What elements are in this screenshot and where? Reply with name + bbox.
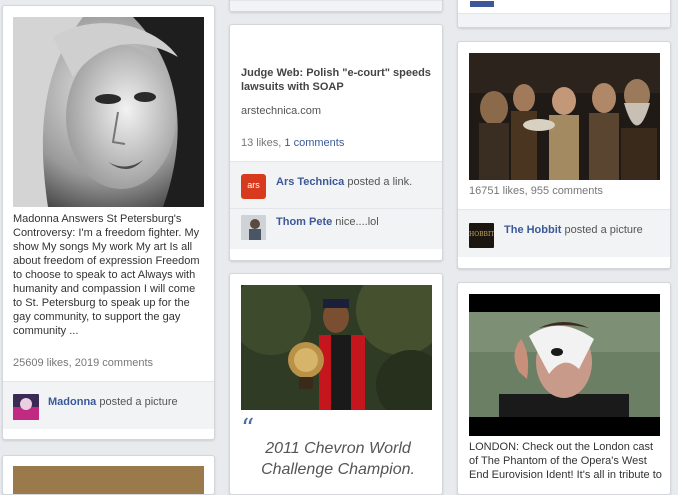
hobbit-author-link[interactable]: The Hobbit	[504, 224, 561, 236]
madonna-avatar-image	[13, 394, 39, 420]
top-card-col2	[229, 0, 443, 12]
madonna-avatar[interactable]	[13, 394, 39, 420]
top-card-col3-footer	[458, 13, 670, 27]
ars-action: posted a link.	[347, 176, 413, 188]
ars-avatar-badge: ars	[247, 180, 260, 190]
ars-avatar[interactable]: ars	[241, 174, 266, 199]
ars-author-link[interactable]: Ars Technica	[276, 176, 344, 188]
madonna-portrait-image	[13, 17, 204, 207]
ars-title[interactable]: Judge Web: Polish "e-court" speeds lawsu…	[241, 66, 431, 94]
madonna-author-link[interactable]: Madonna	[48, 396, 96, 408]
thom-pete-link[interactable]: Thom Pete	[276, 216, 332, 228]
madonna-footer: Madonna posted a picture	[3, 381, 214, 429]
hobbit-image	[469, 53, 660, 180]
madonna-likes[interactable]: 25609 likes	[13, 357, 69, 369]
hobbit-likes[interactable]: 16751 likes	[469, 185, 525, 197]
hobbit-action: posted a picture	[564, 224, 643, 236]
chevron-quote: 2011 Chevron World Challenge Champion.	[261, 440, 415, 478]
top-card-col2-footer	[230, 0, 442, 11]
ars-footer: ars Ars Technica posted a link.	[230, 161, 442, 208]
hobbit-footer: HOBBIT The Hobbit posted a picture	[458, 209, 670, 257]
top-card-col3	[457, 0, 671, 28]
next-post-card-col1	[2, 455, 215, 495]
phantom-image	[469, 294, 660, 436]
ars-comment-row: Thom Pete nice....lol	[230, 208, 442, 249]
next-post-image-col1[interactable]	[13, 466, 204, 494]
madonna-action: posted a picture	[99, 396, 178, 408]
ars-comments[interactable]: 1 comments	[284, 137, 344, 149]
thom-pete-comment: Thom Pete nice....lol	[276, 216, 379, 228]
tiger-woods-image	[241, 285, 432, 410]
madonna-stats: 25609 likes, 2019 comments	[13, 357, 154, 369]
hobbit-avatar-text: HOBBIT	[469, 231, 494, 238]
ars-stats: 13 likes, 1 comments	[241, 137, 345, 149]
thom-pete-avatar-image	[241, 215, 266, 240]
chevron-post-card: “ 2011 Chevron World Challenge Champion.	[229, 273, 443, 495]
phantom-video-thumb[interactable]	[469, 294, 660, 436]
hobbit-post-card: 16751 likes, 955 comments HOBBIT The Hob…	[457, 41, 671, 269]
hobbit-stats: 16751 likes, 955 comments	[469, 185, 603, 197]
hobbit-comments[interactable]: 955 comments	[531, 185, 603, 197]
tiger-woods-photo[interactable]	[241, 285, 432, 410]
hobbit-photo[interactable]	[469, 53, 660, 180]
madonna-post-card: Madonna Answers St Petersburg's Controve…	[2, 5, 215, 440]
madonna-photo[interactable]	[13, 17, 204, 207]
ars-source[interactable]: arstechnica.com	[241, 105, 321, 117]
madonna-description: Madonna Answers St Petersburg's Controve…	[13, 213, 200, 337]
madonna-comments[interactable]: 2019 comments	[75, 357, 153, 369]
hobbit-avatar[interactable]: HOBBIT	[469, 223, 494, 248]
ars-likes[interactable]: 13 likes	[241, 137, 278, 149]
thom-pete-comment-text: nice....lol	[335, 216, 379, 228]
thom-pete-avatar[interactable]	[241, 215, 266, 240]
phantom-description: LONDON: Check out the London cast of The…	[469, 441, 662, 481]
ars-byline: Ars Technica posted a link.	[276, 176, 412, 188]
madonna-byline: Madonna posted a picture	[48, 396, 178, 408]
phantom-post-card: LONDON: Check out the London cast of The…	[457, 282, 671, 495]
hobbit-byline: The Hobbit posted a picture	[504, 224, 643, 236]
ars-post-card: Judge Web: Polish "e-court" speeds lawsu…	[229, 24, 443, 261]
facebook-icon[interactable]	[470, 1, 494, 7]
